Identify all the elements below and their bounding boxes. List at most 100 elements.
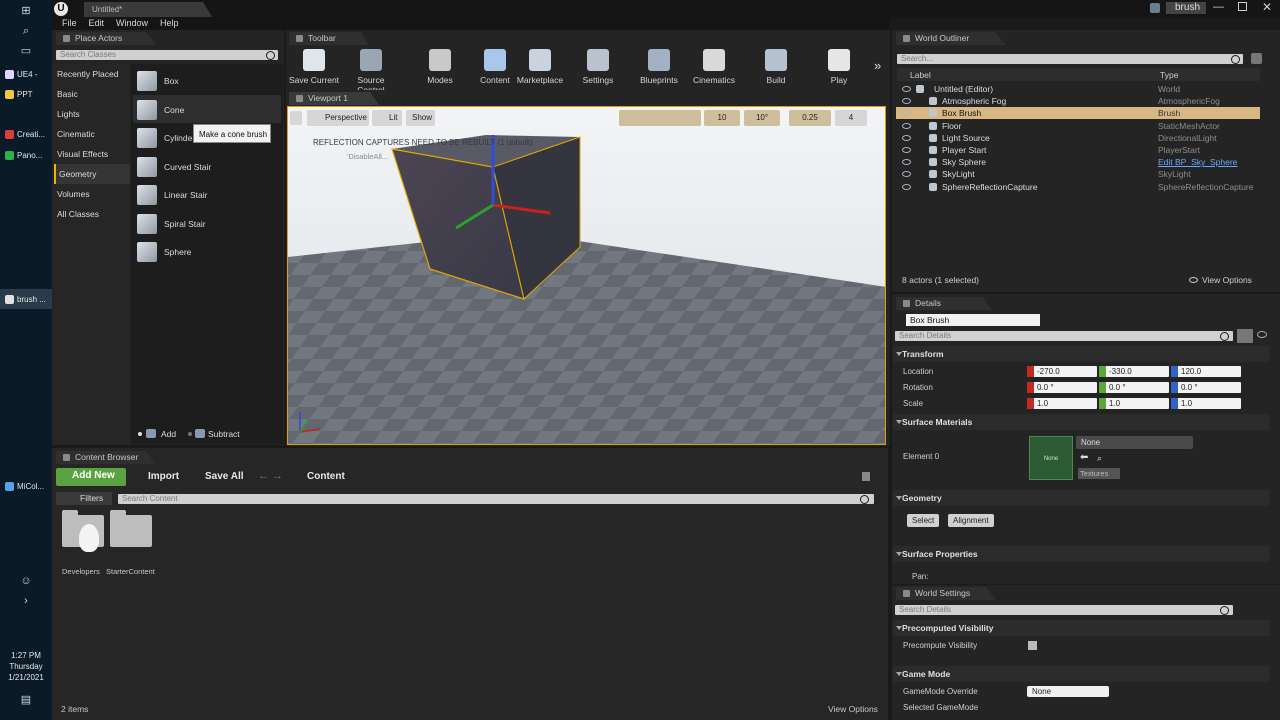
add-label[interactable]: Add [161,429,176,439]
scale-snap[interactable]: 0.25 [789,110,831,126]
task-view-icon[interactable]: ▭ [20,45,32,57]
menu-edit[interactable]: Edit [85,17,109,30]
visibility-eye-icon[interactable] [902,98,911,105]
visibility-eye-icon[interactable] [902,86,911,92]
location-x-field[interactable]: -270.0 [1027,366,1097,377]
selected-gamemode-label[interactable]: Selected GameMode [903,703,978,712]
source-control-icon[interactable] [1150,3,1160,13]
select-button[interactable]: Select [907,514,940,527]
tab-toolbar[interactable]: Toolbar [289,32,369,45]
taskbar-app[interactable]: MiCol... [0,476,52,496]
toolbar-button[interactable]: Cinematics [686,46,742,88]
precompute-checkbox[interactable] [1028,641,1037,650]
col-label[interactable]: Label [910,70,931,80]
toolbar-button[interactable]: Settings [570,46,626,88]
visibility-eye-icon[interactable] [902,110,911,117]
outliner-row[interactable]: Untitled (Editor) World [896,83,1260,95]
outliner-row[interactable]: Box Brush Brush [896,107,1260,120]
document-tab[interactable]: Untitled* [84,2,212,17]
rotation-y-field[interactable]: 0.0 ° [1099,382,1169,393]
windows-start-icon[interactable]: ⊞ [20,5,32,17]
category-item[interactable]: Cinematic [54,124,130,144]
tab-world-settings[interactable]: World Settings [896,587,996,600]
transform-tools[interactable] [619,110,701,126]
category-item[interactable]: Lights [54,104,130,124]
taskbar-app[interactable]: Pano... [0,145,52,165]
toolbar-button[interactable]: Source Control [343,46,399,95]
world-settings-search[interactable]: Search Details [895,605,1233,615]
tab-content-browser[interactable]: Content Browser [56,451,156,464]
material-dropdown[interactable]: None [1076,436,1193,449]
tab-place-actors[interactable]: Place Actors [56,32,156,45]
visibility-eye-icon[interactable] [902,159,911,166]
subtract-radio[interactable] [188,432,192,436]
location-y-field[interactable]: -330.0 [1099,366,1169,377]
actor-item[interactable]: Linear Stair [133,181,281,209]
camera-speed[interactable]: 4 [835,110,867,126]
rotation-x-field[interactable]: 0.0 ° [1027,382,1097,393]
tab-viewport[interactable]: Viewport 1 [289,92,379,105]
content-search[interactable]: Search Content [118,494,874,504]
section-precomputed-visibility[interactable]: Precomputed Visibility [893,620,1270,636]
outliner-view-options[interactable]: View Options [1202,275,1252,285]
location-z-field[interactable]: 120.0 [1171,366,1241,377]
category-item[interactable]: Geometry [54,164,130,184]
subtract-label[interactable]: Subtract [208,429,240,439]
scale-x-field[interactable]: 1.0 [1027,398,1097,409]
add-new-button[interactable]: Add New [56,468,126,486]
outliner-row[interactable]: Sky Sphere Edit BP_Sky_Sphere [896,156,1260,168]
taskbar-app[interactable]: UE4 - [0,64,52,84]
toolbar-button[interactable]: Marketplace [512,46,568,88]
property-matrix-icon[interactable] [1237,329,1253,343]
toolbar-button[interactable]: Modes [412,46,468,88]
scale-z-field[interactable]: 1.0 [1171,398,1241,409]
eye-icon[interactable] [1257,331,1267,338]
rotation-snap[interactable]: 10° [744,110,780,126]
visibility-eye-icon[interactable] [902,147,911,153]
lock-icon[interactable] [862,472,870,481]
outliner-row[interactable]: Atmospheric Fog AtmosphericFog [896,95,1260,107]
menu-file[interactable]: File [58,17,81,30]
actor-name-field[interactable]: Box Brush [906,314,1040,326]
outliner-settings-icon[interactable] [1251,53,1262,64]
import-button[interactable]: Import [148,470,179,484]
browse-icon[interactable]: ⌕ [1097,453,1102,464]
lit-button[interactable]: Lit [372,110,402,126]
outliner-row[interactable]: SkyLight SkyLight [896,168,1260,180]
material-thumbnail[interactable]: None [1029,436,1073,480]
section-surface-properties[interactable]: Surface Properties [893,546,1270,562]
taskbar-app[interactable]: Creati... [0,124,52,144]
use-selected-icon[interactable]: ⬅ [1080,452,1088,463]
toolbar-button[interactable]: Build [748,46,804,88]
actor-item[interactable]: Spiral Stair [133,210,281,238]
menu-help[interactable]: Help [156,17,183,30]
filters-button[interactable]: Filters [56,492,112,505]
notification-icon[interactable]: ▤ [20,694,32,706]
perspective-button[interactable]: Perspective [307,110,369,126]
category-item[interactable]: Visual Effects [54,144,130,164]
category-item[interactable]: All Classes [54,204,130,224]
actor-item[interactable]: Box [133,67,281,95]
category-item[interactable]: Volumes [54,184,130,204]
section-transform[interactable]: Transform [893,346,1270,362]
taskbar-app[interactable]: brush ... [0,289,52,309]
scale-label[interactable]: Scale [903,399,923,408]
visibility-eye-icon[interactable] [902,122,911,129]
folder-startercontent[interactable] [110,510,152,547]
col-type[interactable]: Type [1160,70,1178,80]
taskbar-app[interactable]: PPT [0,84,52,104]
chevron-right-icon[interactable]: › [20,595,32,607]
tab-details[interactable]: Details [896,297,992,310]
menu-window[interactable]: Window [112,17,152,30]
section-geometry[interactable]: Geometry [893,490,1270,506]
details-search[interactable]: Search Details [895,331,1233,341]
grid-snap[interactable]: 10 [704,110,740,126]
rotation-z-field[interactable]: 0.0 ° [1171,382,1241,393]
visibility-eye-icon[interactable] [902,134,911,141]
scale-y-field[interactable]: 1.0 [1099,398,1169,409]
show-button[interactable]: Show [406,110,435,126]
toolbar-button[interactable]: Play [811,46,867,88]
textures-button[interactable]: Textures [1078,468,1120,479]
clock-day[interactable]: Thursday [0,661,52,672]
clock-date[interactable]: 1/21/2021 [0,672,52,683]
